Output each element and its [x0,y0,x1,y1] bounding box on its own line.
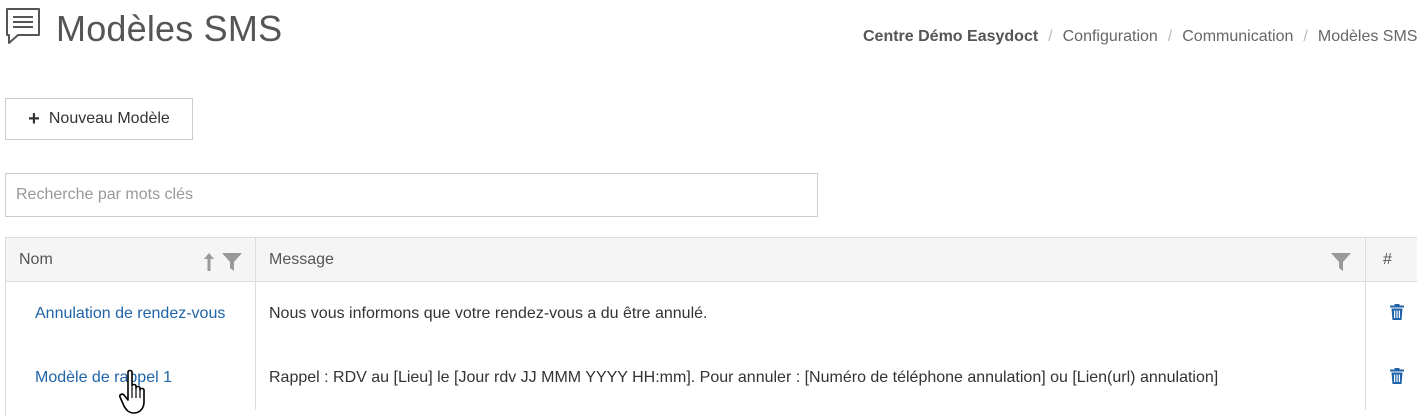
breadcrumb-item-communication[interactable]: Communication [1182,28,1293,45]
template-message: Rappel : RDV au [Lieu] le [Jour rdv JJ M… [269,369,1219,386]
new-template-button-label: Nouveau Modèle [48,110,170,127]
hand-cursor-icon [118,369,152,416]
page: Modèles SMS Centre Démo Easydoct / Configu… [0,0,1417,416]
column-header-actions: # [1366,238,1417,281]
column-header-label: Nom [19,250,53,268]
breadcrumb-separator: / [1303,28,1308,45]
templates-table: Nom Message # Annulation de rendez-vous … [5,237,1417,416]
sort-up-icon[interactable] [202,252,216,277]
new-template-button[interactable]: + Nouveau Modèle [5,98,193,140]
filter-icon[interactable] [221,252,243,277]
template-name-link[interactable]: Annulation de rendez-vous [35,305,225,323]
table-row: Annulation de rendez-vous Nous vous info… [6,282,1417,346]
table-row: Modèle de rappel 1 Rappel : RDV au [Lieu… [6,346,1417,410]
cell-actions [1366,346,1417,410]
cell-message: Nous vous informons que votre rendez-vou… [256,282,1366,346]
filter-icon[interactable] [1330,252,1352,277]
cell-name: Annulation de rendez-vous [6,282,256,346]
trash-icon[interactable] [1390,367,1404,389]
breadcrumb-item-home[interactable]: Centre Démo Easydoct [863,28,1038,45]
breadcrumb-item-configuration[interactable]: Configuration [1063,28,1158,45]
trash-icon[interactable] [1390,303,1404,325]
breadcrumb-separator: / [1048,28,1053,45]
breadcrumb-separator: / [1167,28,1173,45]
template-message: Nous vous informons que votre rendez-vou… [269,305,708,322]
breadcrumb-item-current: Modèles SMS [1317,28,1417,45]
column-header-nom[interactable]: Nom [6,238,256,281]
column-header-label: # [1383,250,1392,268]
cell-actions [1366,282,1417,346]
cell-message: Rappel : RDV au [Lieu] le [Jour rdv JJ M… [256,346,1366,410]
column-header-label: Message [269,250,334,268]
column-header-message[interactable]: Message [256,238,1366,281]
page-title: Modèles SMS [56,8,283,49]
plus-icon: + [28,108,40,130]
table-header: Nom Message # [6,238,1417,282]
search-input[interactable] [5,173,818,217]
breadcrumb: Centre Démo Easydoct / Configuration / Commu… [863,28,1417,46]
sms-template-icon [4,6,42,46]
